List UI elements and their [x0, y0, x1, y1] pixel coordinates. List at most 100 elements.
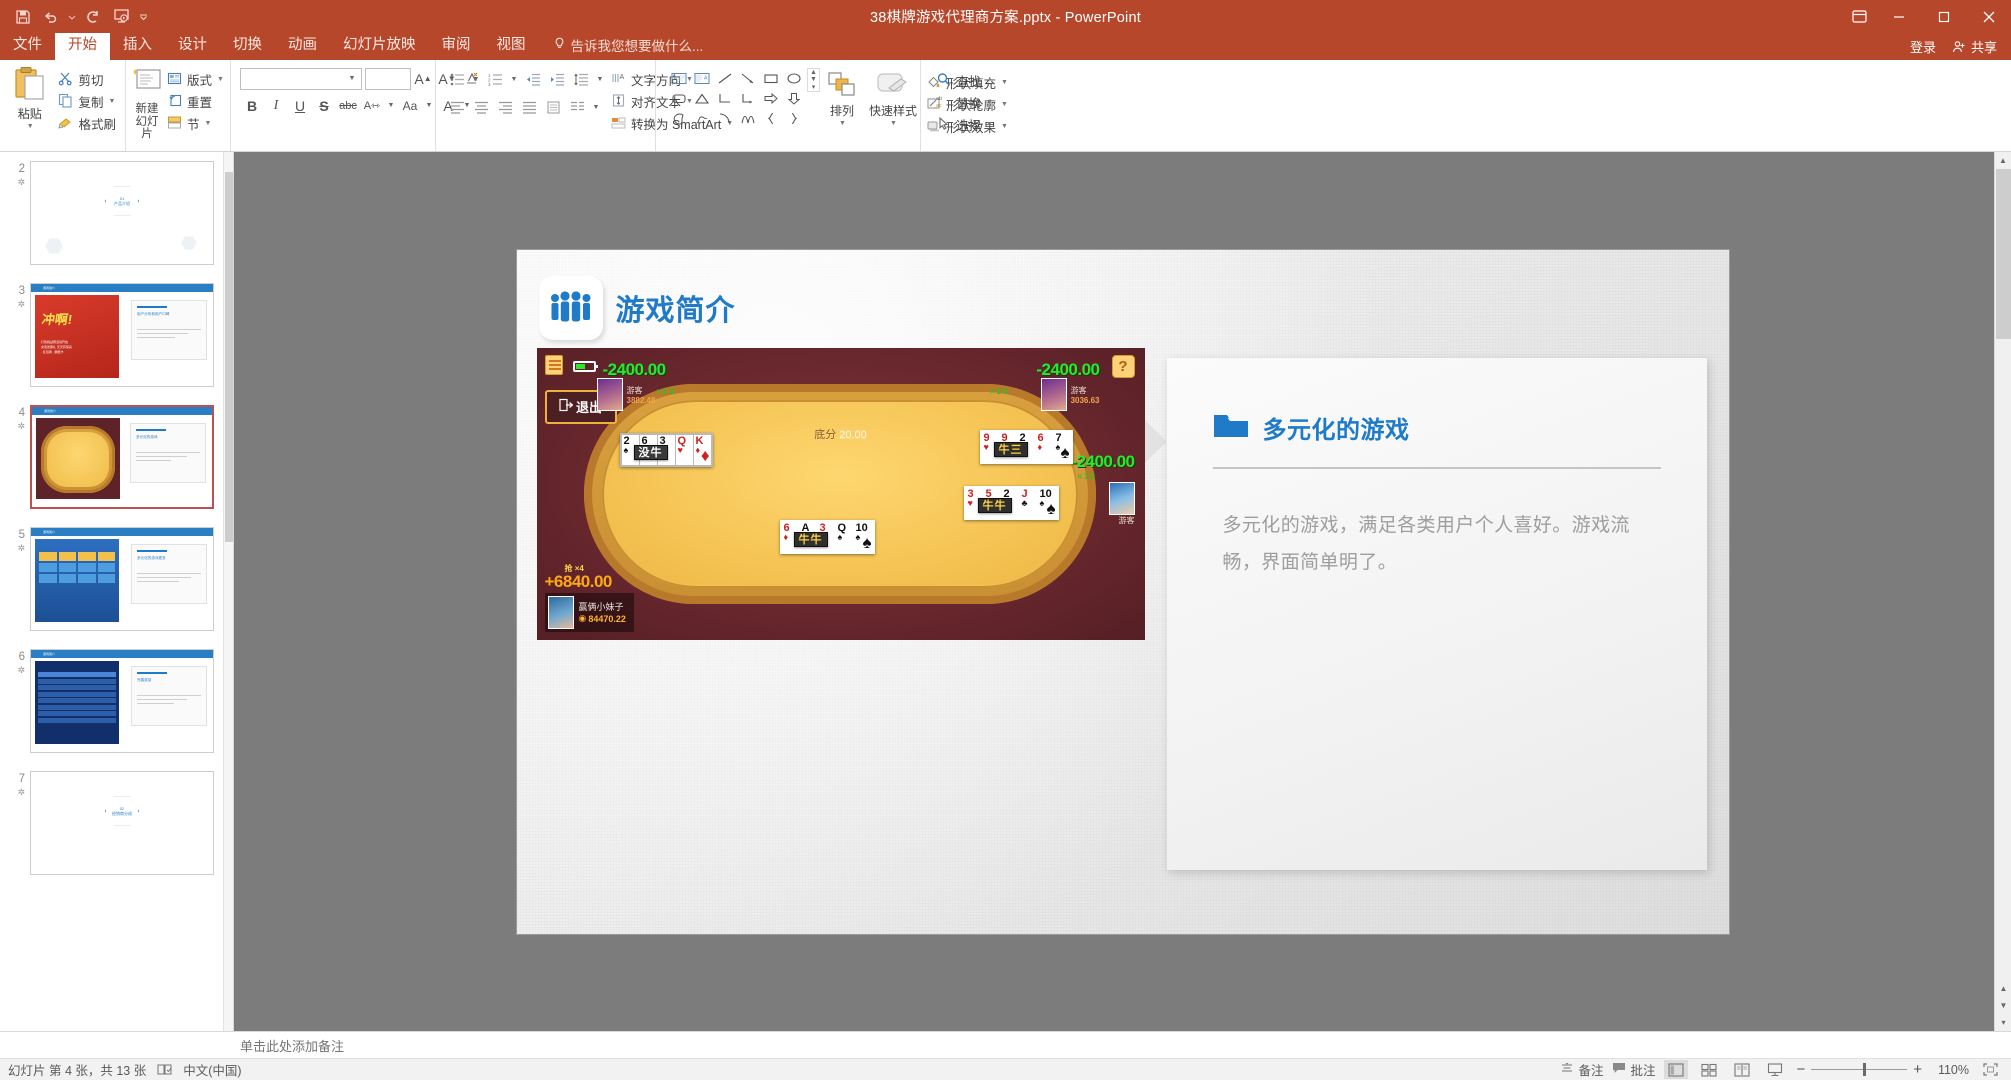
font-name-dropdown-icon[interactable]: ▼	[345, 69, 359, 89]
tab-review[interactable]: 审阅	[429, 33, 484, 60]
zoom-knob[interactable]	[1863, 1063, 1866, 1076]
slide-canvas[interactable]: 游戏简介 ? 退出 底分 20.00	[517, 250, 1729, 934]
scroll-thumb[interactable]	[1996, 169, 2011, 339]
shape-arc-icon[interactable]	[713, 108, 736, 128]
thumbnail-scroll-thumb[interactable]	[225, 172, 233, 542]
increase-font-size-button[interactable]: A▲	[411, 67, 435, 90]
slide-thumbnail-7[interactable]: 02经销商分成	[30, 771, 214, 875]
language-label[interactable]: 中文(中国)	[183, 1060, 241, 1079]
arrange-button[interactable]: 排列 ▼	[820, 68, 864, 127]
paste-button[interactable]: 粘贴 ▼	[5, 63, 54, 130]
columns-caret-icon[interactable]: ▼	[589, 98, 603, 118]
tab-insert[interactable]: 插入	[110, 33, 165, 60]
align-center-button[interactable]	[469, 96, 493, 119]
character-spacing-caret-icon[interactable]: ▼	[384, 96, 398, 116]
shapes-scroll-down-icon[interactable]: ▼	[808, 76, 819, 83]
next-slide-icon[interactable]: ▼	[1995, 997, 2011, 1014]
sign-in-button[interactable]: 登录	[1910, 37, 1936, 56]
shape-left-brace-icon[interactable]	[759, 108, 782, 128]
minimize-button[interactable]	[1876, 0, 1921, 33]
shape-textbox-icon[interactable]: A	[667, 68, 690, 88]
select-button[interactable]: 选择 ▼	[932, 113, 997, 135]
normal-view-icon[interactable]	[1664, 1060, 1688, 1079]
slide-count-label[interactable]: 幻灯片 第 4 张，共 13 张	[8, 1060, 146, 1079]
change-case-button[interactable]: Aa	[398, 94, 422, 117]
shape-elbow-arrow-icon[interactable]	[736, 88, 759, 108]
justify-button[interactable]	[517, 96, 541, 119]
shape-right-brace-icon[interactable]	[782, 108, 805, 128]
previous-slide-icon[interactable]: ▲	[1995, 980, 2011, 997]
sorter-view-icon[interactable]	[1697, 1060, 1721, 1079]
shapes-scroll-up-icon[interactable]: ▲	[808, 69, 819, 76]
zoom-track[interactable]	[1811, 1069, 1907, 1070]
section-caret-icon[interactable]: ▼	[205, 120, 212, 127]
redo-icon[interactable]	[80, 5, 106, 29]
slide-thumbnail-2[interactable]: 01产品介绍	[30, 161, 214, 265]
paste-caret-icon[interactable]: ▼	[27, 123, 34, 130]
shape-line-icon[interactable]	[713, 68, 736, 88]
maximize-button[interactable]	[1921, 0, 1966, 33]
numbering-caret-icon[interactable]: ▼	[507, 70, 521, 90]
zoom-in-button[interactable]: +	[1913, 1061, 1922, 1078]
replace-button[interactable]: abac 替换 ▼	[932, 91, 997, 113]
reading-view-icon[interactable]	[1730, 1060, 1754, 1079]
slide-thumbnail-4[interactable]: 游戏简介 多元化的游戏	[30, 405, 214, 509]
tab-transitions[interactable]: 切换	[220, 33, 275, 60]
decrease-indent-button[interactable]	[521, 68, 545, 91]
distribute-button[interactable]	[541, 96, 565, 119]
shape-scribble-icon[interactable]	[690, 108, 713, 128]
format-painter-button[interactable]: 格式刷	[54, 112, 120, 134]
shape-arrow-icon[interactable]	[736, 68, 759, 88]
undo-dropdown-icon[interactable]	[66, 5, 78, 29]
shape-vertical-textbox-icon[interactable]: A	[690, 68, 713, 88]
shape-rounded-rect-icon[interactable]	[667, 88, 690, 108]
list-item[interactable]: 2✲ 01产品介绍	[14, 161, 221, 265]
notes-pane[interactable]: 单击此处添加备注	[0, 1031, 2011, 1058]
ribbon-display-options-icon[interactable]	[1842, 0, 1876, 33]
list-item[interactable]: 3✲ 游戏简介 冲啊! 打钱挑战赛活动开启充值送豪礼 天天有惊喜· 红包雨 · …	[14, 283, 221, 387]
font-size-input[interactable]	[365, 68, 411, 90]
list-item[interactable]: 6✲ 游戏简介	[14, 649, 221, 753]
customize-qat-icon[interactable]	[136, 5, 150, 29]
shadow-button[interactable]: S	[312, 94, 336, 117]
proofing-icon[interactable]	[157, 1063, 172, 1076]
tab-slideshow[interactable]: 幻灯片放映	[330, 33, 429, 60]
slide-pane-scrollbar[interactable]: ▲ ▲ ▼ ▾	[1994, 152, 2011, 1031]
zoom-out-button[interactable]: −	[1796, 1061, 1805, 1078]
section-button[interactable]: 节 ▼	[163, 112, 228, 134]
scroll-up-icon[interactable]: ▲	[1995, 152, 2011, 169]
shape-oval-icon[interactable]	[782, 68, 805, 88]
numbering-button[interactable]: 123	[483, 68, 507, 91]
font-name-input[interactable]: ▼	[240, 68, 362, 90]
list-item[interactable]: 7✲ 02经销商分成	[14, 771, 221, 875]
shape-triangle-icon[interactable]	[690, 88, 713, 108]
quick-styles-caret-icon[interactable]: ▼	[890, 120, 897, 127]
arrange-caret-icon[interactable]: ▼	[839, 120, 846, 127]
shapes-gallery-more-icon[interactable]: ▾	[808, 83, 819, 91]
thumbnail-pane-scrollbar[interactable]	[223, 152, 233, 1031]
shape-pie-icon[interactable]	[667, 108, 690, 128]
shapes-gallery[interactable]: A A	[667, 68, 805, 128]
cut-button[interactable]: 剪切	[54, 68, 120, 90]
align-right-button[interactable]	[493, 96, 517, 119]
fit-slide-icon[interactable]	[1978, 1060, 2002, 1079]
increase-indent-button[interactable]	[545, 68, 569, 91]
shape-elbow-connector-icon[interactable]	[713, 88, 736, 108]
shape-right-arrow-icon[interactable]	[759, 88, 782, 108]
line-spacing-button[interactable]	[569, 68, 593, 91]
list-item[interactable]: 4✲ 游戏简介 多元化的游戏	[14, 405, 221, 509]
new-slide-button[interactable]: 新建幻灯片	[131, 63, 163, 141]
bold-button[interactable]: B	[240, 94, 264, 117]
italic-button[interactable]: I	[264, 94, 288, 117]
columns-button[interactable]	[565, 96, 589, 119]
change-case-caret-icon[interactable]: ▼	[422, 96, 436, 116]
quick-styles-button[interactable]: 快速样式 ▼	[864, 68, 922, 127]
slide-edit-pane[interactable]: 游戏简介 ? 退出 底分 20.00	[234, 152, 2011, 1031]
tab-file[interactable]: 文件	[0, 33, 55, 60]
bullets-button[interactable]	[445, 68, 469, 91]
reset-button[interactable]: 重置	[163, 90, 228, 112]
scroll-down-icon[interactable]: ▾	[1995, 1014, 2011, 1031]
close-button[interactable]	[1966, 0, 2011, 33]
copy-button[interactable]: 复制 ▼	[54, 90, 120, 112]
menu-list-icon[interactable]	[545, 355, 563, 375]
